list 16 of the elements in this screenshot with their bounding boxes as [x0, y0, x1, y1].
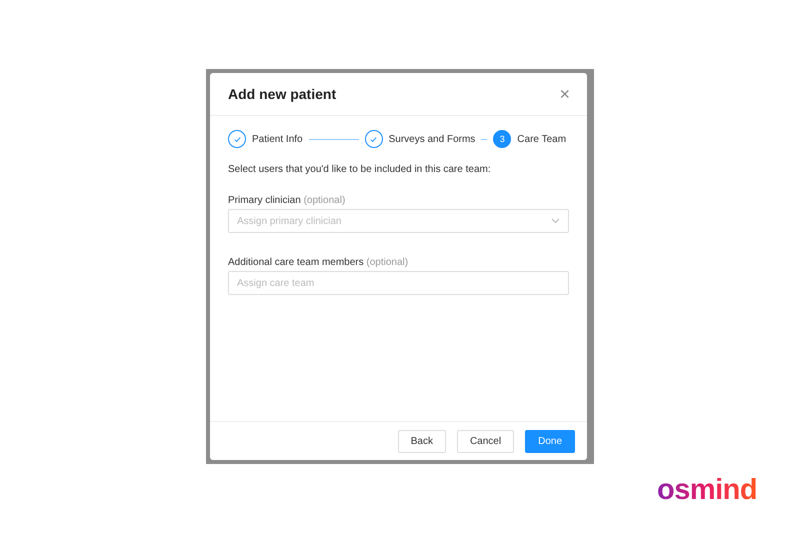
step-label: Surveys and Forms — [388, 134, 476, 144]
close-button[interactable]: × — [559, 85, 570, 103]
dialog-title: Add new patient — [228, 86, 336, 102]
input-field[interactable]: Assign care team — [228, 271, 569, 295]
secondary-button[interactable]: Cancel — [456, 430, 514, 452]
check-icon — [369, 134, 378, 144]
step-number: 3 — [493, 130, 512, 148]
instruction-text: Select users that you'd like to be included in this care team: — [228, 164, 492, 175]
step-label: Patient Info — [252, 134, 303, 144]
field-label: Primary clinician (optional) — [228, 195, 346, 206]
step-label: Care Team — [517, 134, 566, 144]
field-label: Additional care team members (optional) — [228, 257, 410, 268]
select-field[interactable]: Assign primary clinician — [228, 209, 569, 233]
secondary-button[interactable]: Back — [398, 430, 446, 452]
chevron-down-icon — [551, 218, 560, 224]
check-icon — [232, 134, 242, 144]
